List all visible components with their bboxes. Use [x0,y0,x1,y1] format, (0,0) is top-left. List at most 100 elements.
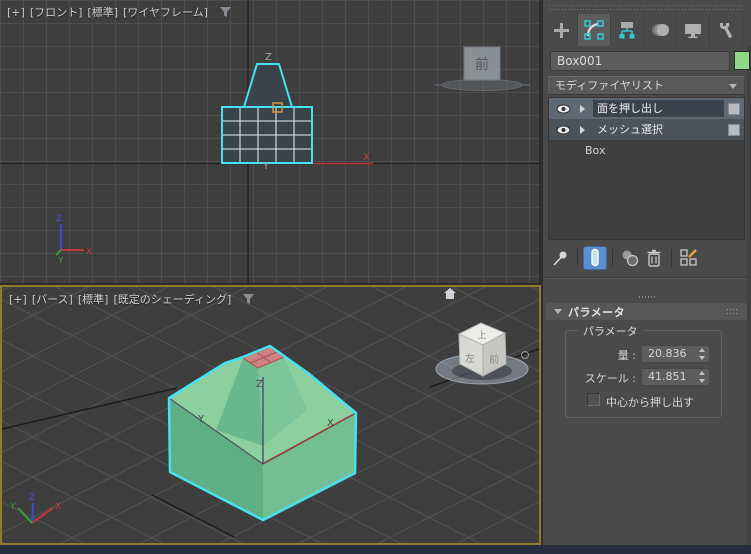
stack-row-box[interactable]: Box [549,140,744,161]
chevron-down-icon [729,84,737,89]
object-name-field[interactable]: Box001 [550,51,730,71]
tripod-y-label: Y [9,502,16,512]
modifier-list-label: モディファイヤリスト [555,79,664,92]
persp-axis-z-label: Z [256,379,263,390]
expand-arrow-icon[interactable] [580,125,585,134]
persp-axis-y-label: Y [197,414,205,425]
parameters-group: パラメータ 量 : 20.836 スケール : 41.851 中心から押し出す [565,323,722,418]
expand-arrow-icon[interactable] [580,104,585,113]
modifier-toggle-square[interactable] [728,123,740,136]
visibility-eye-icon[interactable] [556,125,571,135]
amount-spinner[interactable] [698,348,707,360]
viewcube-left-label[interactable]: 左 [465,352,475,365]
visibility-eye-icon[interactable] [556,104,571,114]
viewport-menu-standard[interactable]: [標準] [78,291,109,307]
tab-create[interactable] [545,14,578,46]
rollout-grip-icon[interactable] [727,308,739,315]
viewport-menu-pov[interactable]: [パース] [32,291,73,307]
viewcube-top-label[interactable]: 上 [477,330,486,341]
test-tube-icon [591,248,599,267]
tab-display[interactable] [677,14,710,46]
extrude-from-center-label[interactable]: 中心から押し出す [606,394,694,410]
pin-icon [553,251,567,266]
scale-field[interactable]: 41.851 [641,368,710,386]
toolbar-separator [671,249,672,267]
extrude-from-center-checkbox[interactable] [587,393,600,406]
object-color-swatch[interactable] [734,51,750,70]
make-unique-button[interactable] [618,246,642,270]
stack-row-mesh-select[interactable]: メッシュ選択 [549,119,744,140]
tripod-z-label: Z [29,493,35,503]
tab-hierarchy[interactable] [611,14,644,46]
modifier-label[interactable]: メッシュ選択 [593,121,724,138]
viewport-menu-standard[interactable]: [標準] [87,4,118,20]
panel-divider [546,277,747,279]
viewcube-ring[interactable] [441,79,523,91]
box-object[interactable]: Z X Y [167,344,358,522]
viewport-perspective[interactable]: Z X Y Z X Y 上 左 前 [+] [パース] [標準] [既定のシェー… [0,285,541,545]
scale-label: スケール : [584,372,636,385]
panel-drag-handle[interactable] [549,5,743,11]
per-view-filter-icon[interactable] [219,6,232,18]
viewcube-front-face-label[interactable]: 前 [475,56,489,73]
rollout-title: パラメータ [568,305,626,319]
base-object-label[interactable]: Box [581,142,744,159]
front-axis-y-label: Y [262,161,270,172]
modifier-toggle-square[interactable] [728,102,740,115]
remove-modifier-button[interactable] [642,246,666,270]
persp-viewport-canvas[interactable]: Z X Y Z X Y 上 左 前 [2,287,539,543]
utilities-wrench-icon [720,23,732,38]
viewport-menu-general[interactable]: [+] [7,6,25,19]
3dsmax-window: Z Y X Z X Y 前 [+] [フロント] [標準] [ワイヤフレーム] … [0,0,751,554]
modifier-stack: 面を押し出し メッシュ選択 Box [548,97,745,240]
parameters-rollout-header[interactable]: パラメータ [546,303,747,320]
panel-scroll-gutter[interactable] [747,46,751,545]
toolbar-separator [612,249,613,267]
command-panel: Box001 モディファイヤリスト 面を押し出し メッシュ選択 Box パラメー… [541,0,751,545]
tab-utilities[interactable] [710,14,743,46]
amount-value: 20.836 [648,347,687,360]
show-end-result-button[interactable] [583,246,607,270]
scale-value: 41.851 [648,370,687,383]
modifier-label[interactable]: 面を押し出し [593,100,724,117]
viewport-menu-shading[interactable]: [既定のシェーディング] [113,291,231,307]
stack-row-face-extrude[interactable]: 面を押し出し [549,98,744,119]
modifier-list-dropdown[interactable]: モディファイヤリスト [548,76,745,95]
tab-modify[interactable] [578,14,611,46]
tab-motion[interactable] [644,14,677,46]
command-panel-tabs [545,14,743,46]
persp-viewport-label: [+] [パース] [標準] [既定のシェーディング] [9,291,255,307]
configure-modifier-sets-button[interactable] [677,246,701,270]
front-viewport-label: [+] [フロント] [標準] [ワイヤフレーム] [7,4,232,20]
group-title: パラメータ [578,323,643,339]
viewport-menu-pov[interactable]: [フロント] [30,4,83,20]
amount-label: 量 : [617,349,636,362]
motion-icon [652,24,669,36]
front-axis-x-label: X [363,152,370,163]
toolbar-separator [577,249,578,267]
configure-sets-icon [680,249,697,266]
viewport-menu-general[interactable]: [+] [9,293,27,306]
persp-axis-x-label: X [327,418,334,429]
front-viewcube[interactable]: 前 [434,46,530,91]
amount-field[interactable]: 20.836 [641,345,710,363]
rollout-drag-dots[interactable] [639,296,655,298]
tripod-x-label: X [55,502,61,512]
rollout-collapse-arrow-icon[interactable] [554,309,562,314]
front-viewport-canvas[interactable]: Z Y X Z X Y 前 [0,0,539,283]
tripod-x-label: X [86,247,92,257]
trash-icon [647,249,661,267]
viewport-front[interactable]: Z Y X Z X Y 前 [+] [フロント] [標準] [ワイヤフレーム] [0,0,539,283]
viewcube-front-label[interactable]: 前 [489,353,499,366]
viewport-menu-shading[interactable]: [ワイヤフレーム] [123,4,208,20]
scale-spinner[interactable] [698,371,707,383]
modify-icon [584,20,604,40]
display-icon [685,24,701,39]
hierarchy-icon [619,22,635,39]
tripod-z-label: Z [56,214,62,224]
persp-viewcube[interactable]: 上 左 前 [435,322,529,385]
viewcube-home-icon[interactable] [444,288,456,299]
per-view-filter-icon[interactable] [242,293,255,305]
front-axis-z-label: Z [265,52,272,63]
pin-stack-button[interactable] [548,246,572,270]
